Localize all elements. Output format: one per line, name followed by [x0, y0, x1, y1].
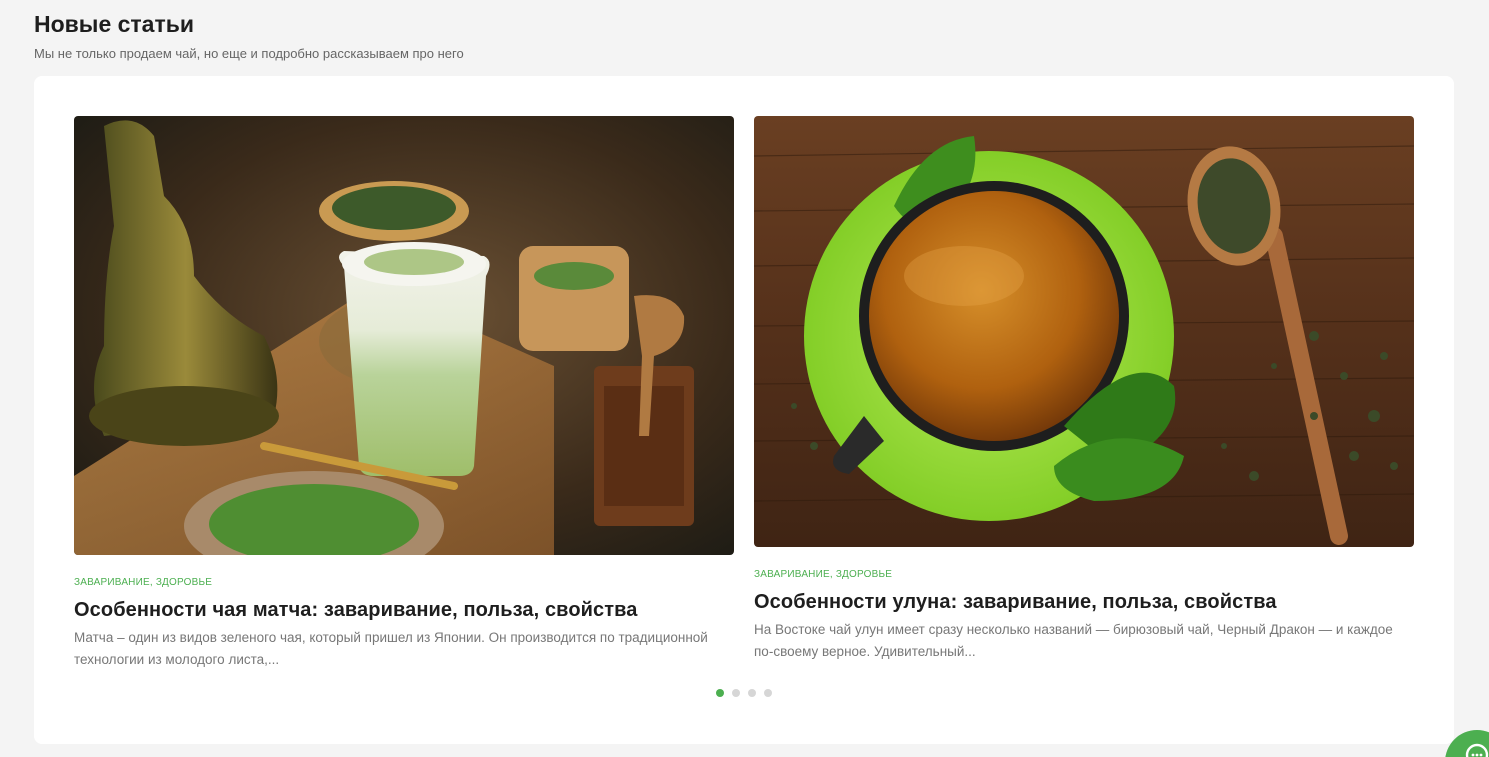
carousel-pagination [716, 689, 772, 697]
pagination-dot-4[interactable] [764, 689, 772, 697]
article-title[interactable]: Особенности улуна: заваривание, польза, … [754, 589, 1414, 615]
oolong-photo [754, 116, 1414, 547]
section-title: Новые статьи [34, 11, 195, 37]
matcha-photo [74, 116, 734, 555]
pagination-dot-3[interactable] [748, 689, 756, 697]
article-image-oolong[interactable] [754, 116, 1414, 547]
section-header: Новые статьи Мы не только продаем чай, н… [34, 10, 464, 62]
article-card-matcha[interactable]: ЗАВАРИВАНИЕ, ЗДОРОВЬЕ Особенности чая ма… [74, 116, 734, 671]
article-card-oolong[interactable]: ЗАВАРИВАНИЕ, ЗДОРОВЬЕ Особенности улуна:… [754, 116, 1414, 663]
articles-carousel: ЗАВАРИВАНИЕ, ЗДОРОВЬЕ Особенности чая ма… [34, 76, 1454, 744]
section-subtitle: Мы не только продаем чай, но еще и подро… [34, 46, 464, 61]
article-excerpt: Матча – один из видов зеленого чая, кото… [74, 630, 708, 667]
article-image-matcha[interactable] [74, 116, 734, 555]
article-title[interactable]: Особенности чая матча: заваривание, поль… [74, 597, 734, 623]
article-tags[interactable]: ЗАВАРИВАНИЕ, ЗДОРОВЬЕ [754, 569, 1414, 581]
article-tags[interactable]: ЗАВАРИВАНИЕ, ЗДОРОВЬЕ [74, 577, 734, 589]
article-excerpt: На Востоке чай улун имеет сразу нескольк… [754, 622, 1393, 659]
pagination-dot-2[interactable] [732, 689, 740, 697]
pagination-dot-1[interactable] [716, 689, 724, 697]
chat-icon [1465, 743, 1489, 757]
